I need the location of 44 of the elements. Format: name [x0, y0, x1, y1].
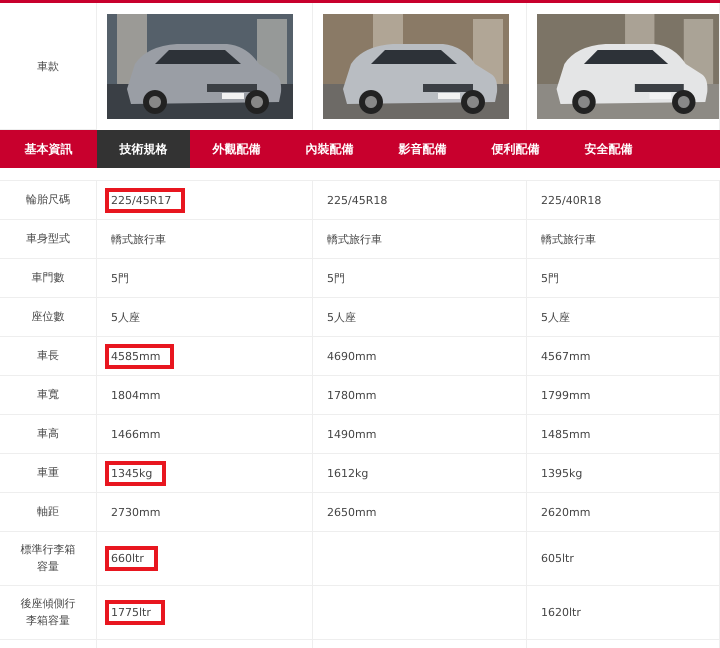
row-label: 車門數	[30, 270, 66, 286]
highlighted-value: 660ltr	[105, 546, 158, 571]
table-cell-text: 5人座	[541, 310, 570, 326]
table-cell-text: 1395kg	[541, 466, 582, 482]
table-cell-text: 轎式旅行車	[111, 232, 166, 248]
table-cell-text: 2620mm	[541, 504, 590, 520]
table-cell-text: 225/45R18	[327, 192, 388, 208]
table-cell-text: 5門	[327, 270, 345, 286]
table-cell-text: 5門	[541, 270, 559, 286]
table-cell-text: 605ltr	[541, 551, 574, 567]
row-label: 車身型式	[25, 230, 71, 247]
highlighted-value: 225/45R17	[105, 188, 186, 212]
row-label: 標準行李箱容量	[20, 542, 76, 574]
row-label: 座位數	[30, 308, 66, 325]
table-cell-text: 1804mm	[111, 388, 160, 404]
table-cell-text: 225/40R18	[541, 192, 602, 208]
row-label: 車長	[36, 348, 60, 364]
row-label: 軸距	[36, 504, 60, 520]
table-cell-text: 5人座	[327, 310, 356, 326]
table-cell-text: 1485mm	[541, 426, 590, 442]
table-cell-text: 轎式旅行車	[327, 232, 382, 248]
table-cell-text: 1612kg	[327, 466, 368, 482]
row-label: 後座傾側行李箱容量	[20, 596, 76, 628]
table-cell-text: 1466mm	[111, 426, 160, 442]
table-cell-text: 5人座	[111, 310, 140, 326]
row-label: 車重	[36, 464, 60, 481]
row-label: 車高	[36, 426, 60, 442]
highlighted-value: 4585mm	[105, 344, 174, 368]
table-cell-text: 4567mm	[541, 348, 590, 364]
table-cell-text: 2650mm	[327, 504, 376, 520]
table-cell-text: 4690mm	[327, 348, 376, 364]
highlighted-value: 1345kg	[105, 460, 166, 486]
table-cell-text: 轎式旅行車	[541, 232, 596, 248]
table-cell-text: 1799mm	[541, 388, 590, 404]
table-cell-text: 1780mm	[327, 388, 376, 404]
highlighted-value: 1775ltr	[105, 600, 165, 625]
row-label: 輪胎尺碼	[25, 192, 71, 208]
table-cell-text: 1620ltr	[541, 605, 581, 621]
table-cell-text: 5門	[111, 270, 129, 286]
table-cell-text: 2730mm	[111, 504, 160, 520]
row-label: 車寬	[36, 386, 60, 403]
table-cell-text: 1490mm	[327, 426, 376, 442]
row-label: 車款	[37, 58, 59, 74]
tab[interactable]: 技術規格	[97, 130, 190, 168]
